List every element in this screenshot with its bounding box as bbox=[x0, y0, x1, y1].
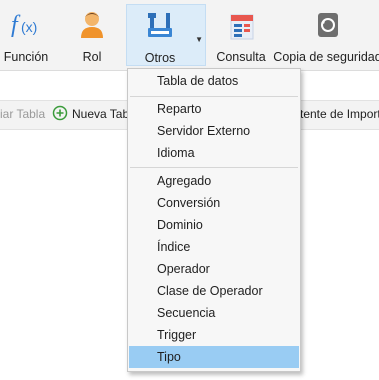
backup-label: Copia de seguridad bbox=[273, 50, 379, 64]
others-dropdown-menu: Tabla de datos Reparto Servidor Externo … bbox=[127, 68, 301, 372]
ribbon-toolbar: f (x) Función Rol Otros ▼ Consulta Copia… bbox=[0, 0, 379, 71]
query-label: Consulta bbox=[216, 50, 266, 64]
svg-text:f: f bbox=[11, 12, 21, 38]
menu-item-conversion[interactable]: Conversión bbox=[129, 192, 299, 214]
edit-table-button[interactable]: iar Tabla bbox=[0, 107, 45, 121]
menu-item-domain[interactable]: Dominio bbox=[129, 214, 299, 236]
menu-item-trigger[interactable]: Trigger bbox=[129, 324, 299, 346]
role-button[interactable]: Rol bbox=[66, 4, 118, 66]
menu-item-foreign-server[interactable]: Servidor Externo bbox=[129, 120, 299, 142]
svg-text:(x): (x) bbox=[21, 19, 37, 35]
import-wizard-button[interactable]: tente de Import bbox=[300, 107, 379, 121]
menu-item-operator-class[interactable]: Clase de Operador bbox=[129, 280, 299, 302]
menu-item-index[interactable]: Índice bbox=[129, 236, 299, 258]
function-icon: f (x) bbox=[9, 8, 43, 42]
new-table-button[interactable]: Nueva Tab bbox=[72, 107, 129, 121]
menu-item-data-table[interactable]: Tabla de datos bbox=[129, 70, 299, 92]
menu-item-type[interactable]: Tipo bbox=[129, 346, 299, 368]
function-label: Función bbox=[3, 50, 49, 64]
menu-item-language[interactable]: Idioma bbox=[129, 142, 299, 164]
function-button[interactable]: f (x) Función bbox=[0, 4, 52, 66]
user-icon bbox=[75, 8, 109, 42]
menu-item-aggregate[interactable]: Agregado bbox=[129, 170, 299, 192]
menu-separator bbox=[130, 96, 298, 97]
chevron-down-icon[interactable]: ▼ bbox=[195, 35, 203, 44]
tools-icon bbox=[143, 9, 177, 43]
others-label: Otros bbox=[144, 51, 176, 65]
backup-icon bbox=[311, 8, 345, 42]
menu-item-operator[interactable]: Operador bbox=[129, 258, 299, 280]
query-button[interactable]: Consulta bbox=[212, 4, 270, 66]
menu-item-sequence[interactable]: Secuencia bbox=[129, 302, 299, 324]
backup-button[interactable]: Copia de seguridad bbox=[273, 4, 379, 66]
menu-separator bbox=[130, 167, 298, 168]
add-icon bbox=[52, 105, 68, 124]
role-label: Rol bbox=[82, 50, 102, 64]
menu-item-cast[interactable]: Reparto bbox=[129, 98, 299, 120]
others-button[interactable]: Otros ▼ bbox=[126, 4, 206, 66]
query-icon bbox=[224, 8, 258, 42]
